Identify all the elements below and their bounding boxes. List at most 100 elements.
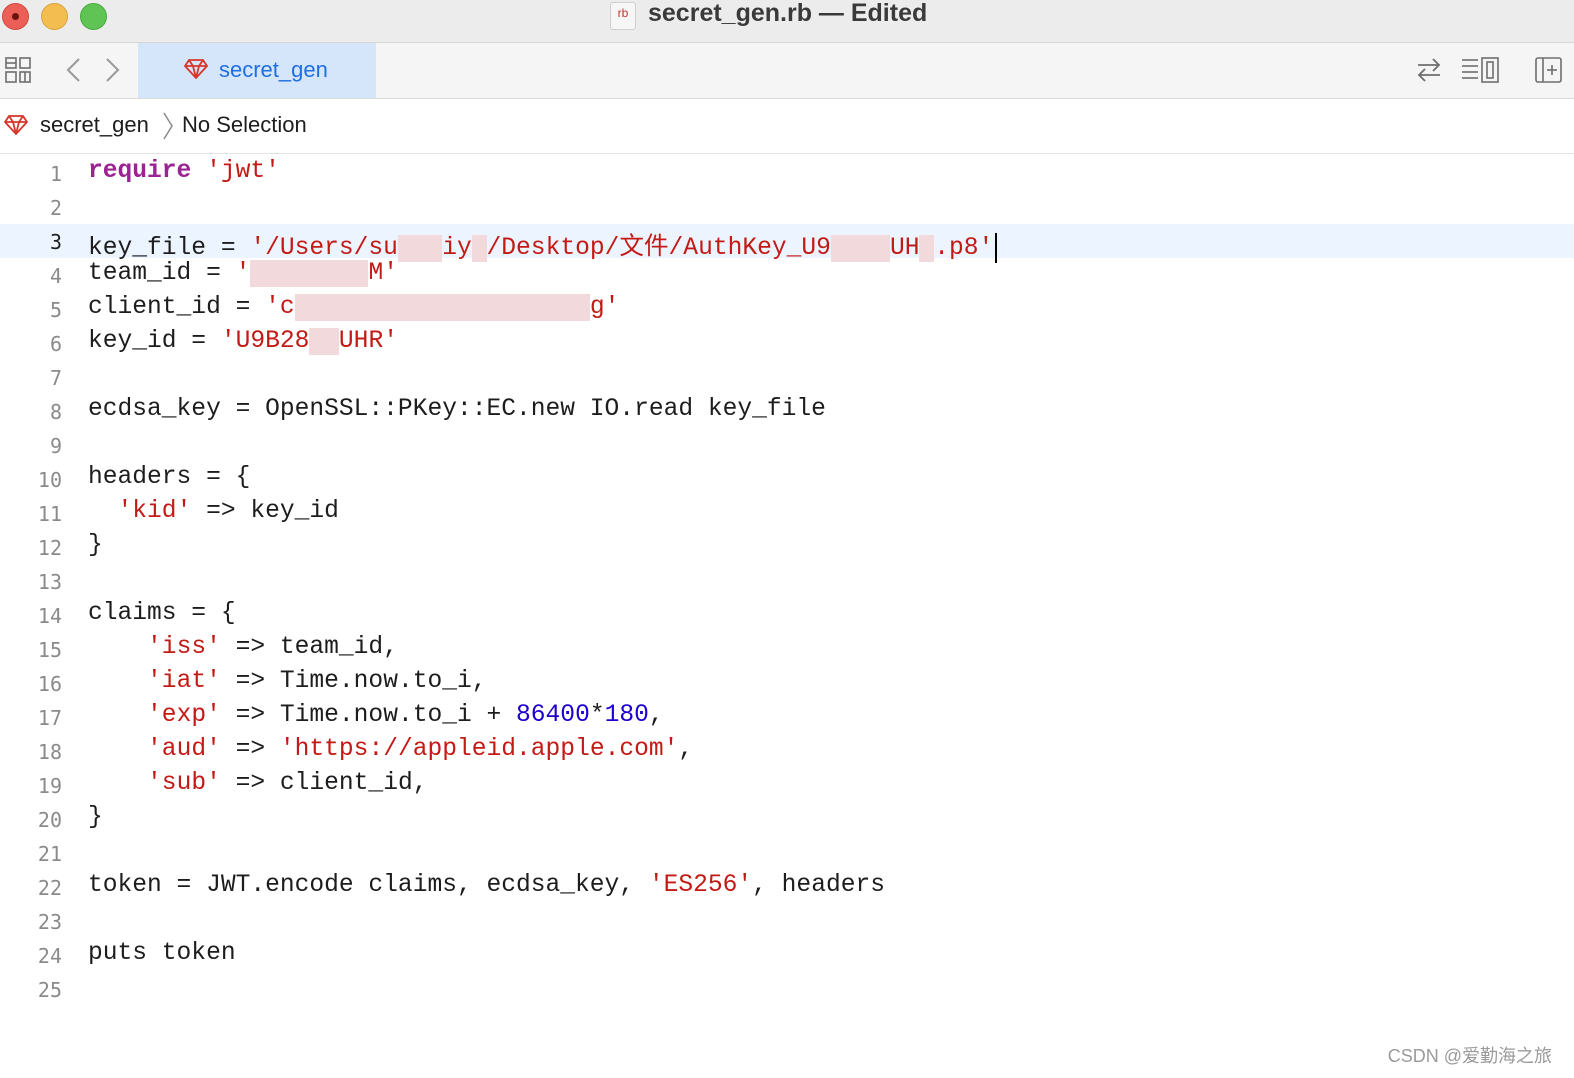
line-number: 4 (49, 264, 62, 288)
line-number: 16 (37, 672, 62, 696)
code-token: puts token (88, 940, 236, 967)
line-number: 11 (37, 502, 62, 526)
line-number: 23 (37, 910, 62, 934)
code-line[interactable]: 2 (0, 190, 1574, 224)
code-line[interactable]: 21 (0, 836, 1574, 870)
code-text[interactable]: 'aud' => 'https://appleid.apple.com', (88, 736, 693, 763)
code-token: 'jwt' (206, 158, 280, 185)
code-token: 'ES256' (648, 872, 753, 899)
code-text[interactable]: 'sub' => client_id, (88, 770, 427, 797)
code-line[interactable]: 22 token = JWT.encode claims, ecdsa_key, … (0, 870, 1574, 904)
code-token: 'https://appleid.apple.com' (279, 736, 679, 763)
jumpbar-selection[interactable]: No Selection (182, 112, 307, 138)
code-line[interactable]: 6 key_id = 'U9B28██UHR' (0, 326, 1574, 360)
code-text[interactable]: 'iat' => Time.now.to_i, (88, 668, 487, 695)
jumpbar-file[interactable]: secret_gen (40, 112, 149, 138)
code-token: require (88, 158, 192, 185)
code-text[interactable]: 'exp' => Time.now.to_i + 86400*180, (88, 702, 664, 729)
close-button[interactable] (2, 3, 29, 30)
code-text[interactable]: require 'jwt' (88, 158, 280, 185)
code-text[interactable]: 'iss' => team_id, (88, 634, 398, 661)
code-line[interactable]: 15 'iss' => team_id, (0, 632, 1574, 666)
code-token: 180 (604, 702, 649, 729)
code-text[interactable]: team_id = '████████M' (88, 260, 398, 287)
code-editor[interactable]: 1 require 'jwt' 2 3key_file = '/Users/su███… (0, 156, 1574, 1078)
code-line[interactable]: 3key_file = '/Users/su███iy█/Desktop/文件/… (0, 224, 1574, 263)
line-number: 7 (49, 366, 62, 390)
code-line[interactable]: 9 (0, 428, 1574, 462)
code-line[interactable]: 4 team_id = '████████M' (0, 258, 1574, 292)
code-token: => team_id, (220, 634, 398, 661)
code-line[interactable]: 14 claims = { (0, 598, 1574, 632)
code-line[interactable]: 24 puts token (0, 938, 1574, 972)
line-number: 5 (49, 298, 62, 322)
code-token: ' (235, 260, 251, 287)
code-line[interactable]: 17 'exp' => Time.now.to_i + 86400*180, (0, 700, 1574, 734)
code-token: 'sub' (147, 770, 221, 797)
ruby-file-icon[interactable]: rb (610, 2, 636, 30)
line-number: 12 (37, 536, 62, 560)
code-line[interactable]: 11 'kid' => key_id (0, 496, 1574, 530)
code-line[interactable]: 23 (0, 904, 1574, 938)
code-token: key_id = (88, 328, 221, 355)
line-number: 6 (49, 332, 62, 356)
add-editor-icon[interactable] (1534, 56, 1564, 89)
inspector-layout-icon[interactable] (1460, 56, 1500, 89)
tab-secret-gen[interactable]: secret_gen (138, 43, 376, 98)
code-line[interactable]: 19 'sub' => client_id, (0, 768, 1574, 802)
code-text[interactable]: ecdsa_key = OpenSSL::PKey::EC.new IO.rea… (88, 396, 826, 423)
code-text[interactable]: key_id = 'U9B28██UHR' (88, 328, 398, 355)
code-line[interactable]: 7 (0, 360, 1574, 394)
code-line[interactable]: 13 (0, 564, 1574, 598)
line-number: 13 (37, 570, 62, 594)
code-line[interactable]: 5 client_id = 'c████████████████████g' (0, 292, 1574, 326)
code-line[interactable]: 12} (0, 530, 1574, 564)
minimize-button[interactable] (41, 3, 68, 30)
forward-icon[interactable] (102, 56, 122, 89)
code-token: => key_id (191, 498, 339, 525)
line-number: 15 (37, 638, 62, 662)
code-line[interactable]: 16 'iat' => Time.now.to_i, (0, 666, 1574, 700)
code-line[interactable]: 20} (0, 802, 1574, 836)
line-number: 10 (37, 468, 62, 492)
code-token: g' (589, 294, 620, 321)
line-number: 1 (49, 162, 62, 186)
code-text[interactable]: headers = { (88, 464, 250, 491)
code-token: * (589, 702, 605, 729)
code-token: 'c (265, 294, 295, 321)
code-token: claims = { (88, 600, 236, 627)
code-token: 'aud' (147, 736, 221, 763)
code-line[interactable]: 25 (0, 972, 1574, 1006)
code-text[interactable]: client_id = 'c████████████████████g' (88, 294, 619, 321)
code-token: team_id = (88, 260, 236, 287)
code-text[interactable]: } (88, 804, 103, 831)
code-line[interactable]: 8 ecdsa_key = OpenSSL::PKey::EC.new IO.re… (0, 394, 1574, 428)
back-icon[interactable] (64, 56, 84, 89)
code-line[interactable]: 18 'aud' => 'https://appleid.apple.com', (0, 734, 1574, 768)
watermark: CSDN @爱勤海之旅 (1387, 1046, 1552, 1066)
ruby-gem-icon (183, 59, 209, 84)
code-line[interactable]: 1 require 'jwt' (0, 156, 1574, 190)
code-text[interactable]: 'kid' => key_id (88, 498, 339, 525)
zoom-button[interactable] (80, 3, 107, 30)
code-token: , (648, 702, 664, 729)
code-text[interactable]: token = JWT.encode claims, ecdsa_key, 'E… (88, 872, 885, 899)
code-token: , headers (752, 872, 885, 899)
code-text[interactable]: puts token (88, 940, 236, 967)
chevron-right-icon (161, 111, 175, 146)
code-token: } (88, 532, 103, 559)
code-text[interactable]: claims = { (88, 600, 236, 627)
redacted-text: ████████████████████ (294, 294, 590, 321)
swap-arrows-icon[interactable] (1415, 56, 1443, 89)
grid-icon[interactable] (4, 56, 32, 89)
code-token: 'kid' (117, 498, 192, 525)
code-token: => Time.now.to_i, (220, 668, 487, 695)
code-text[interactable]: } (88, 532, 103, 559)
code-line[interactable]: 10 headers = { (0, 462, 1574, 496)
code-token: , (678, 736, 694, 763)
code-token: } (88, 804, 103, 831)
